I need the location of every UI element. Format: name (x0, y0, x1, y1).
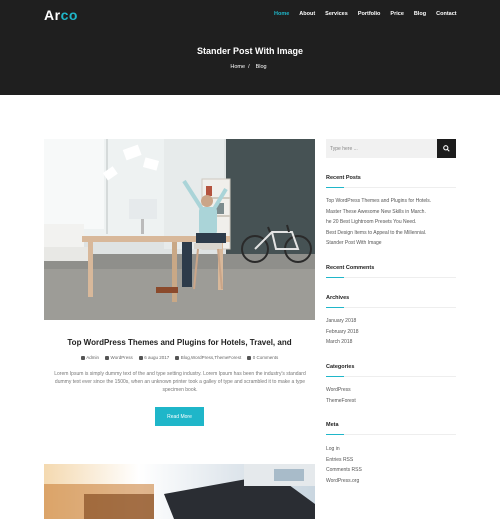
post-featured-image[interactable] (44, 139, 315, 320)
recent-post-link[interactable]: Top WordPress Themes and Plugins for Hot… (326, 196, 431, 207)
breadcrumb: Home / Blog (0, 64, 500, 70)
archives-divider (326, 307, 456, 308)
recent-comments-title: Recent Comments (326, 265, 375, 271)
category-link[interactable]: WordPress (326, 385, 356, 396)
main-nav: Home About Services Portfolio Price Blog… (274, 11, 467, 17)
recent-posts-title: Recent Posts (326, 175, 361, 181)
office-photo (44, 139, 315, 320)
nav-item-contact[interactable]: Contact (436, 11, 456, 17)
read-more-button[interactable]: Read More (155, 407, 204, 426)
meta-date-text: 6 augu 2017 (144, 355, 170, 360)
nav-item-about[interactable]: About (299, 11, 315, 17)
nav-item-blog[interactable]: Blog (414, 11, 426, 17)
categories-title: Categories (326, 364, 355, 370)
post-meta: Admin WordPress 6 augu 2017 Blog,WordPre… (44, 355, 315, 360)
calendar-icon (138, 355, 143, 360)
nav-item-portfolio[interactable]: Portfolio (358, 11, 381, 17)
site-logo[interactable]: Arco (44, 7, 78, 23)
archive-link[interactable]: March 2018 (326, 337, 359, 348)
nav-item-price[interactable]: Price (390, 11, 403, 17)
meta-link[interactable]: Log in (326, 444, 362, 455)
meta-list: Log in Entries RSS Comments RSS WordPres… (326, 444, 362, 486)
meta-link[interactable]: Comments RSS (326, 465, 362, 476)
tag-icon (175, 355, 180, 360)
post-excerpt: Lorem Ipsum is simply dummy text of the … (54, 371, 306, 393)
page-title: Stander Post With Image (197, 46, 303, 56)
archives-title: Archives (326, 295, 350, 301)
meta-date: 6 augu 2017 (138, 355, 170, 360)
meta-author-text: Admin (86, 355, 100, 360)
comment-icon (247, 355, 252, 360)
nav-item-home[interactable]: Home (274, 11, 289, 17)
meta-link[interactable]: Entries RSS (326, 455, 362, 466)
breadcrumb-current: Blog (255, 64, 267, 70)
categories-divider (326, 376, 456, 377)
nav-item-services[interactable]: Services (325, 11, 348, 17)
meta-tags-text: Blog,WordPress,ThemeForest (180, 355, 242, 360)
search-icon (443, 145, 450, 152)
recent-post-link[interactable]: he 20 Best Lightroom Presets You Need. (326, 217, 431, 228)
search-widget (326, 139, 456, 158)
recent-post-link[interactable]: Master These Awesome New Skills in March… (326, 207, 431, 218)
meta-category[interactable]: WordPress (105, 355, 133, 360)
logo-text-main: Ar (44, 7, 61, 23)
recent-post-link[interactable]: Best Design Items to Appeal to the Mille… (326, 228, 431, 239)
meta-category-text: WordPress (110, 355, 133, 360)
meta-comments[interactable]: 0 Comments (247, 355, 278, 360)
archive-link[interactable]: January 2018 (326, 316, 359, 327)
post-featured-image-2[interactable] (44, 464, 315, 519)
recent-posts-divider (326, 187, 456, 188)
recent-post-link[interactable]: Stander Post With Image (326, 238, 431, 249)
meta-divider (326, 434, 456, 435)
breadcrumb-home[interactable]: Home (230, 64, 245, 70)
page-header: Arco Home About Services Portfolio Price… (0, 0, 500, 95)
category-link[interactable]: ThemeForest (326, 396, 356, 407)
meta-tags[interactable]: Blog,WordPress,ThemeForest (175, 355, 241, 360)
breadcrumb-separator: / (248, 64, 250, 70)
meta-link[interactable]: WordPress.org (326, 476, 362, 487)
folder-icon (105, 355, 110, 360)
laptop-photo (44, 464, 315, 519)
meta-author[interactable]: Admin (80, 355, 100, 360)
search-input[interactable] (326, 139, 437, 158)
meta-widget-title: Meta (326, 422, 339, 428)
archives-list: January 2018 February 2018 March 2018 (326, 316, 359, 348)
recent-comments-divider (326, 277, 456, 278)
meta-comments-text: 0 Comments (252, 355, 279, 360)
search-button[interactable] (437, 139, 456, 158)
user-icon (80, 355, 85, 360)
archive-link[interactable]: February 2018 (326, 327, 359, 338)
logo-text-accent: co (60, 7, 78, 23)
recent-posts-list: Top WordPress Themes and Plugins for Hot… (326, 196, 431, 249)
post-title[interactable]: Top WordPress Themes and Plugins for Hot… (44, 338, 315, 347)
categories-list: WordPress ThemeForest (326, 385, 356, 406)
